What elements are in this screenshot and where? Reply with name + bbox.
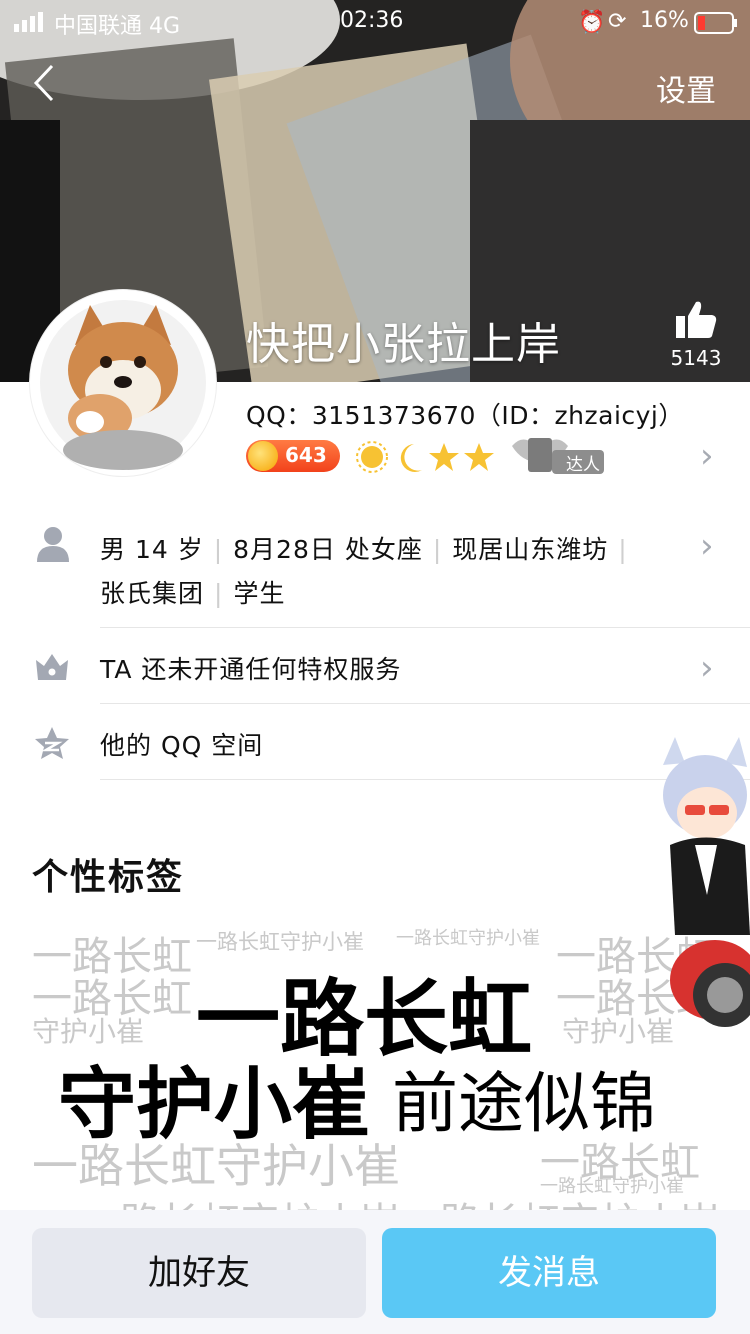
- anime-sticker-art: [663, 737, 750, 1027]
- profile-info-row[interactable]: 男 14 岁 | 8月28日 处女座 | 现居山东潍坊 |: [100, 530, 660, 566]
- company: 张氏集团: [100, 579, 205, 608]
- chevron-right-icon[interactable]: ›: [700, 526, 714, 566]
- level-icons[interactable]: [356, 440, 496, 478]
- occupation: 学生: [233, 579, 286, 608]
- avatar[interactable]: [30, 290, 216, 476]
- anime-sticker[interactable]: [655, 735, 750, 1035]
- chevron-right-icon[interactable]: ›: [700, 648, 714, 688]
- thumbs-up-icon: [676, 301, 717, 338]
- qzone-star-icon: [34, 726, 70, 764]
- tags-title: 个性标签: [32, 857, 185, 898]
- battery-percent: 16%: [640, 8, 689, 33]
- separator: |: [618, 535, 628, 564]
- tag-main-3: 前途似锦: [392, 1065, 656, 1142]
- tag-wall[interactable]: 一路长虹 一路长虹守护小崔 一路长虹守护小崔 一路长虹 一路长虹 一路长虹 守护…: [0, 910, 750, 1210]
- rotation-lock-icon: ⟳: [608, 9, 627, 34]
- battery-icon: [694, 12, 738, 38]
- divider: [100, 627, 750, 628]
- settings-button[interactable]: 设置: [656, 66, 716, 110]
- chevron-right-icon[interactable]: ›: [700, 436, 714, 476]
- shiba-avatar-art: [34, 294, 212, 472]
- status-time: 02:36: [340, 8, 404, 33]
- separator: |: [213, 535, 224, 564]
- send-message-button[interactable]: 发消息: [382, 1228, 716, 1318]
- qq-id-line: QQ：3151373670（ID：zhzaicyj）: [246, 401, 684, 430]
- tag-main-2: 守护小崔: [58, 1060, 371, 1150]
- crown-icon: [34, 652, 70, 686]
- divider: [100, 703, 750, 704]
- carrier-label: 中国联通 4G: [54, 14, 181, 39]
- birthday-sign: 8月28日 处女座: [233, 535, 423, 564]
- back-button[interactable]: [32, 64, 56, 106]
- privilege-row[interactable]: TA 还未开通任何特权服务: [100, 650, 401, 686]
- tag-faint: 一路长虹守护小崔: [396, 928, 540, 949]
- like-count: 5143: [670, 346, 722, 370]
- nickname: 快把小张拉上岸: [246, 319, 561, 370]
- separator: |: [214, 579, 224, 608]
- talent-badge[interactable]: 达人: [508, 432, 608, 482]
- like-button[interactable]: 5143: [660, 300, 732, 370]
- level-number: 643: [285, 443, 327, 467]
- divider: [100, 779, 750, 780]
- coin-icon: [248, 441, 278, 471]
- level-icons-art: [356, 441, 494, 473]
- signal-icon: [14, 12, 48, 38]
- qzone-row[interactable]: 他的 QQ 空间: [100, 726, 263, 762]
- location: 现居山东潍坊: [452, 535, 609, 564]
- gender-age: 男 14 岁: [100, 535, 204, 564]
- talent-label: 达人: [566, 455, 600, 475]
- person-icon: [36, 526, 70, 566]
- add-friend-button[interactable]: 加好友: [32, 1228, 366, 1318]
- chevron-left-icon: [33, 64, 54, 102]
- tag-faint: 一路长虹守护小崔一路长虹守护小崔: [80, 1190, 720, 1210]
- separator: |: [432, 535, 443, 564]
- alarm-icon: ⏰: [578, 10, 606, 35]
- profile-info-row-2[interactable]: 张氏集团 | 学生: [100, 574, 285, 610]
